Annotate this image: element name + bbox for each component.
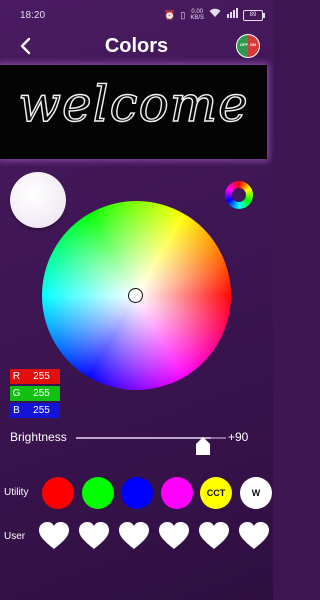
power-off-label: OFF <box>240 42 248 47</box>
user-heart-slot-5[interactable] <box>198 521 230 551</box>
g-value: 255 <box>33 388 50 399</box>
brightness-fill <box>76 437 211 439</box>
led-preview: welcome <box>0 65 267 159</box>
slider-thumb-icon <box>196 437 210 455</box>
r-label: R <box>12 371 21 382</box>
data-speed: 0.00 KB/S <box>190 9 204 21</box>
header: Colors OFF ON <box>0 30 273 62</box>
page-title: Colors <box>104 35 169 57</box>
selected-color-swatch <box>10 172 66 228</box>
rgb-g-row: G 255 <box>10 386 60 401</box>
brightness-slider-thumb[interactable] <box>196 437 210 455</box>
power-on-label: ON <box>250 42 256 47</box>
color-palette-button[interactable] <box>225 181 253 209</box>
heart-icon <box>79 522 109 549</box>
user-label: User <box>4 531 26 542</box>
utility-swatch-5[interactable]: CCT <box>200 477 232 509</box>
utility-swatch-2[interactable] <box>82 477 114 509</box>
b-label: B <box>13 405 20 416</box>
wifi-icon <box>209 8 221 22</box>
r-value: 255 <box>33 371 50 382</box>
signal-icon <box>226 8 238 22</box>
utility-colors: CCT W <box>42 477 272 509</box>
heart-icon <box>239 522 269 549</box>
brightness-label: Brightness <box>10 430 67 444</box>
preview-text: welcome <box>18 74 249 133</box>
vibrate-icon: ▯ <box>180 10 186 20</box>
g-label: G <box>12 388 21 399</box>
utility-swatch-6[interactable]: W <box>240 477 272 509</box>
battery-icon: 89 <box>243 9 265 21</box>
user-heart-slot-2[interactable] <box>78 521 110 551</box>
heart-icon <box>159 522 189 549</box>
color-wheel-handle[interactable] <box>128 288 143 303</box>
brightness-value: +90 <box>228 430 249 444</box>
status-time: 18:20 <box>20 10 46 21</box>
rgb-b-row: B 255 <box>10 403 60 418</box>
alarm-icon: ⏰ <box>164 10 176 20</box>
utility-label: Utility <box>4 487 29 498</box>
rgb-r-row: R 255 <box>10 369 60 384</box>
utility-swatch-3[interactable] <box>121 477 153 509</box>
rgb-readout: R 255 G 255 B 255 <box>10 369 60 420</box>
b-value: 255 <box>33 405 50 416</box>
user-favorites <box>38 521 271 553</box>
utility-swatch-4[interactable] <box>161 477 193 509</box>
user-heart-slot-4[interactable] <box>158 521 190 551</box>
utility-swatch-1[interactable] <box>42 477 74 509</box>
heart-icon <box>119 522 149 549</box>
user-heart-slot-6[interactable] <box>238 521 270 551</box>
data-speed-unit: KB/S <box>190 15 204 21</box>
heart-icon <box>39 522 69 549</box>
power-toggle-button[interactable]: OFF ON <box>236 34 260 58</box>
user-heart-slot-1[interactable] <box>38 521 70 551</box>
status-bar: 18:20 ⏰ ▯ 0.00 KB/S 89 <box>0 0 273 32</box>
heart-icon <box>199 522 229 549</box>
user-heart-slot-3[interactable] <box>118 521 150 551</box>
colors-screen: 18:20 ⏰ ▯ 0.00 KB/S 89 Colors OFF ON wel… <box>0 0 273 600</box>
status-icons: ⏰ ▯ 0.00 KB/S 89 <box>164 8 265 22</box>
